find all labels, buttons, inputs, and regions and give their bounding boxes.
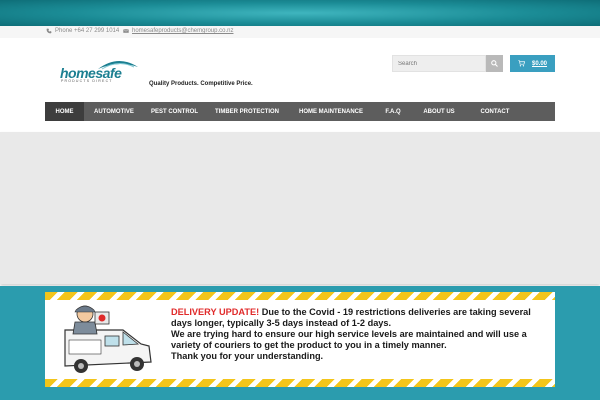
email-link[interactable]: homesafeproducts@chemgroup.co.nz: [132, 28, 233, 34]
nav-item-home-maintenance[interactable]: HOME MAINTENANCE: [289, 102, 373, 121]
envelope-icon: [123, 29, 129, 33]
banner-line-2: days longer, typically 3-5 days instead …: [171, 318, 392, 328]
nav-item-faq[interactable]: F.A.Q: [373, 102, 413, 121]
search-input[interactable]: [392, 55, 486, 72]
contact-email[interactable]: homesafeproducts@chemgroup.co.nz: [123, 28, 233, 34]
phone-text: Phone +64 27 299 1014: [55, 28, 120, 34]
search-icon: [491, 60, 498, 67]
hazard-stripe-top: [45, 292, 555, 300]
nav-item-automotive[interactable]: AUTOMOTIVE: [84, 102, 144, 121]
contact-bar: Phone +64 27 299 1014 homesafeproducts@c…: [0, 26, 600, 38]
top-banner-band: [0, 0, 600, 26]
banner-line-4: variety of couriers to get the product t…: [171, 340, 447, 350]
nav-item-pest-control[interactable]: PEST CONTROL: [144, 102, 205, 121]
nav-item-timber-protection[interactable]: TIMBER PROTECTION: [205, 102, 289, 121]
cart-amount: $0.00: [531, 60, 547, 67]
banner-line-1: DELIVERY UPDATE! Due to the Covid - 19 r…: [171, 307, 553, 318]
phone-icon: [46, 28, 52, 34]
hero-placeholder: [0, 132, 600, 284]
banner-headline: DELIVERY UPDATE!: [171, 307, 260, 317]
delivery-update-text: DELIVERY UPDATE! Due to the Covid - 19 r…: [171, 307, 553, 362]
banner-line-1-rest: Due to the Covid - 19 restrictions deliv…: [259, 307, 531, 317]
site-tagline: Quality Products. Competitive Price.: [149, 81, 253, 87]
contact-phone: Phone +64 27 299 1014: [46, 28, 119, 34]
site-header: homesafe PRODUCTS DIRECT Quality Product…: [0, 38, 600, 102]
homesafe-logo[interactable]: homesafe PRODUCTS DIRECT: [60, 58, 140, 84]
cart-icon: [518, 60, 525, 67]
banner-line-3: We are trying hard to ensure our high se…: [171, 329, 527, 339]
hazard-stripe-bottom: [45, 379, 555, 387]
delivery-van-illustration: [64, 305, 152, 373]
cart-button[interactable]: $0.00: [510, 55, 555, 72]
delivery-update-banner: DELIVERY UPDATE! Due to the Covid - 19 r…: [45, 292, 555, 387]
nav-item-contact[interactable]: CONTACT: [465, 102, 525, 121]
nav-item-home[interactable]: HOME: [45, 102, 84, 121]
nav-item-about-us[interactable]: ABOUT US: [413, 102, 465, 121]
banner-line-5: Thank you for your understanding.: [171, 351, 324, 361]
search-button[interactable]: [486, 55, 503, 72]
logo-subtitle: PRODUCTS DIRECT: [61, 79, 113, 83]
main-nav: HOME AUTOMOTIVE PEST CONTROL TIMBER PROT…: [45, 102, 555, 121]
